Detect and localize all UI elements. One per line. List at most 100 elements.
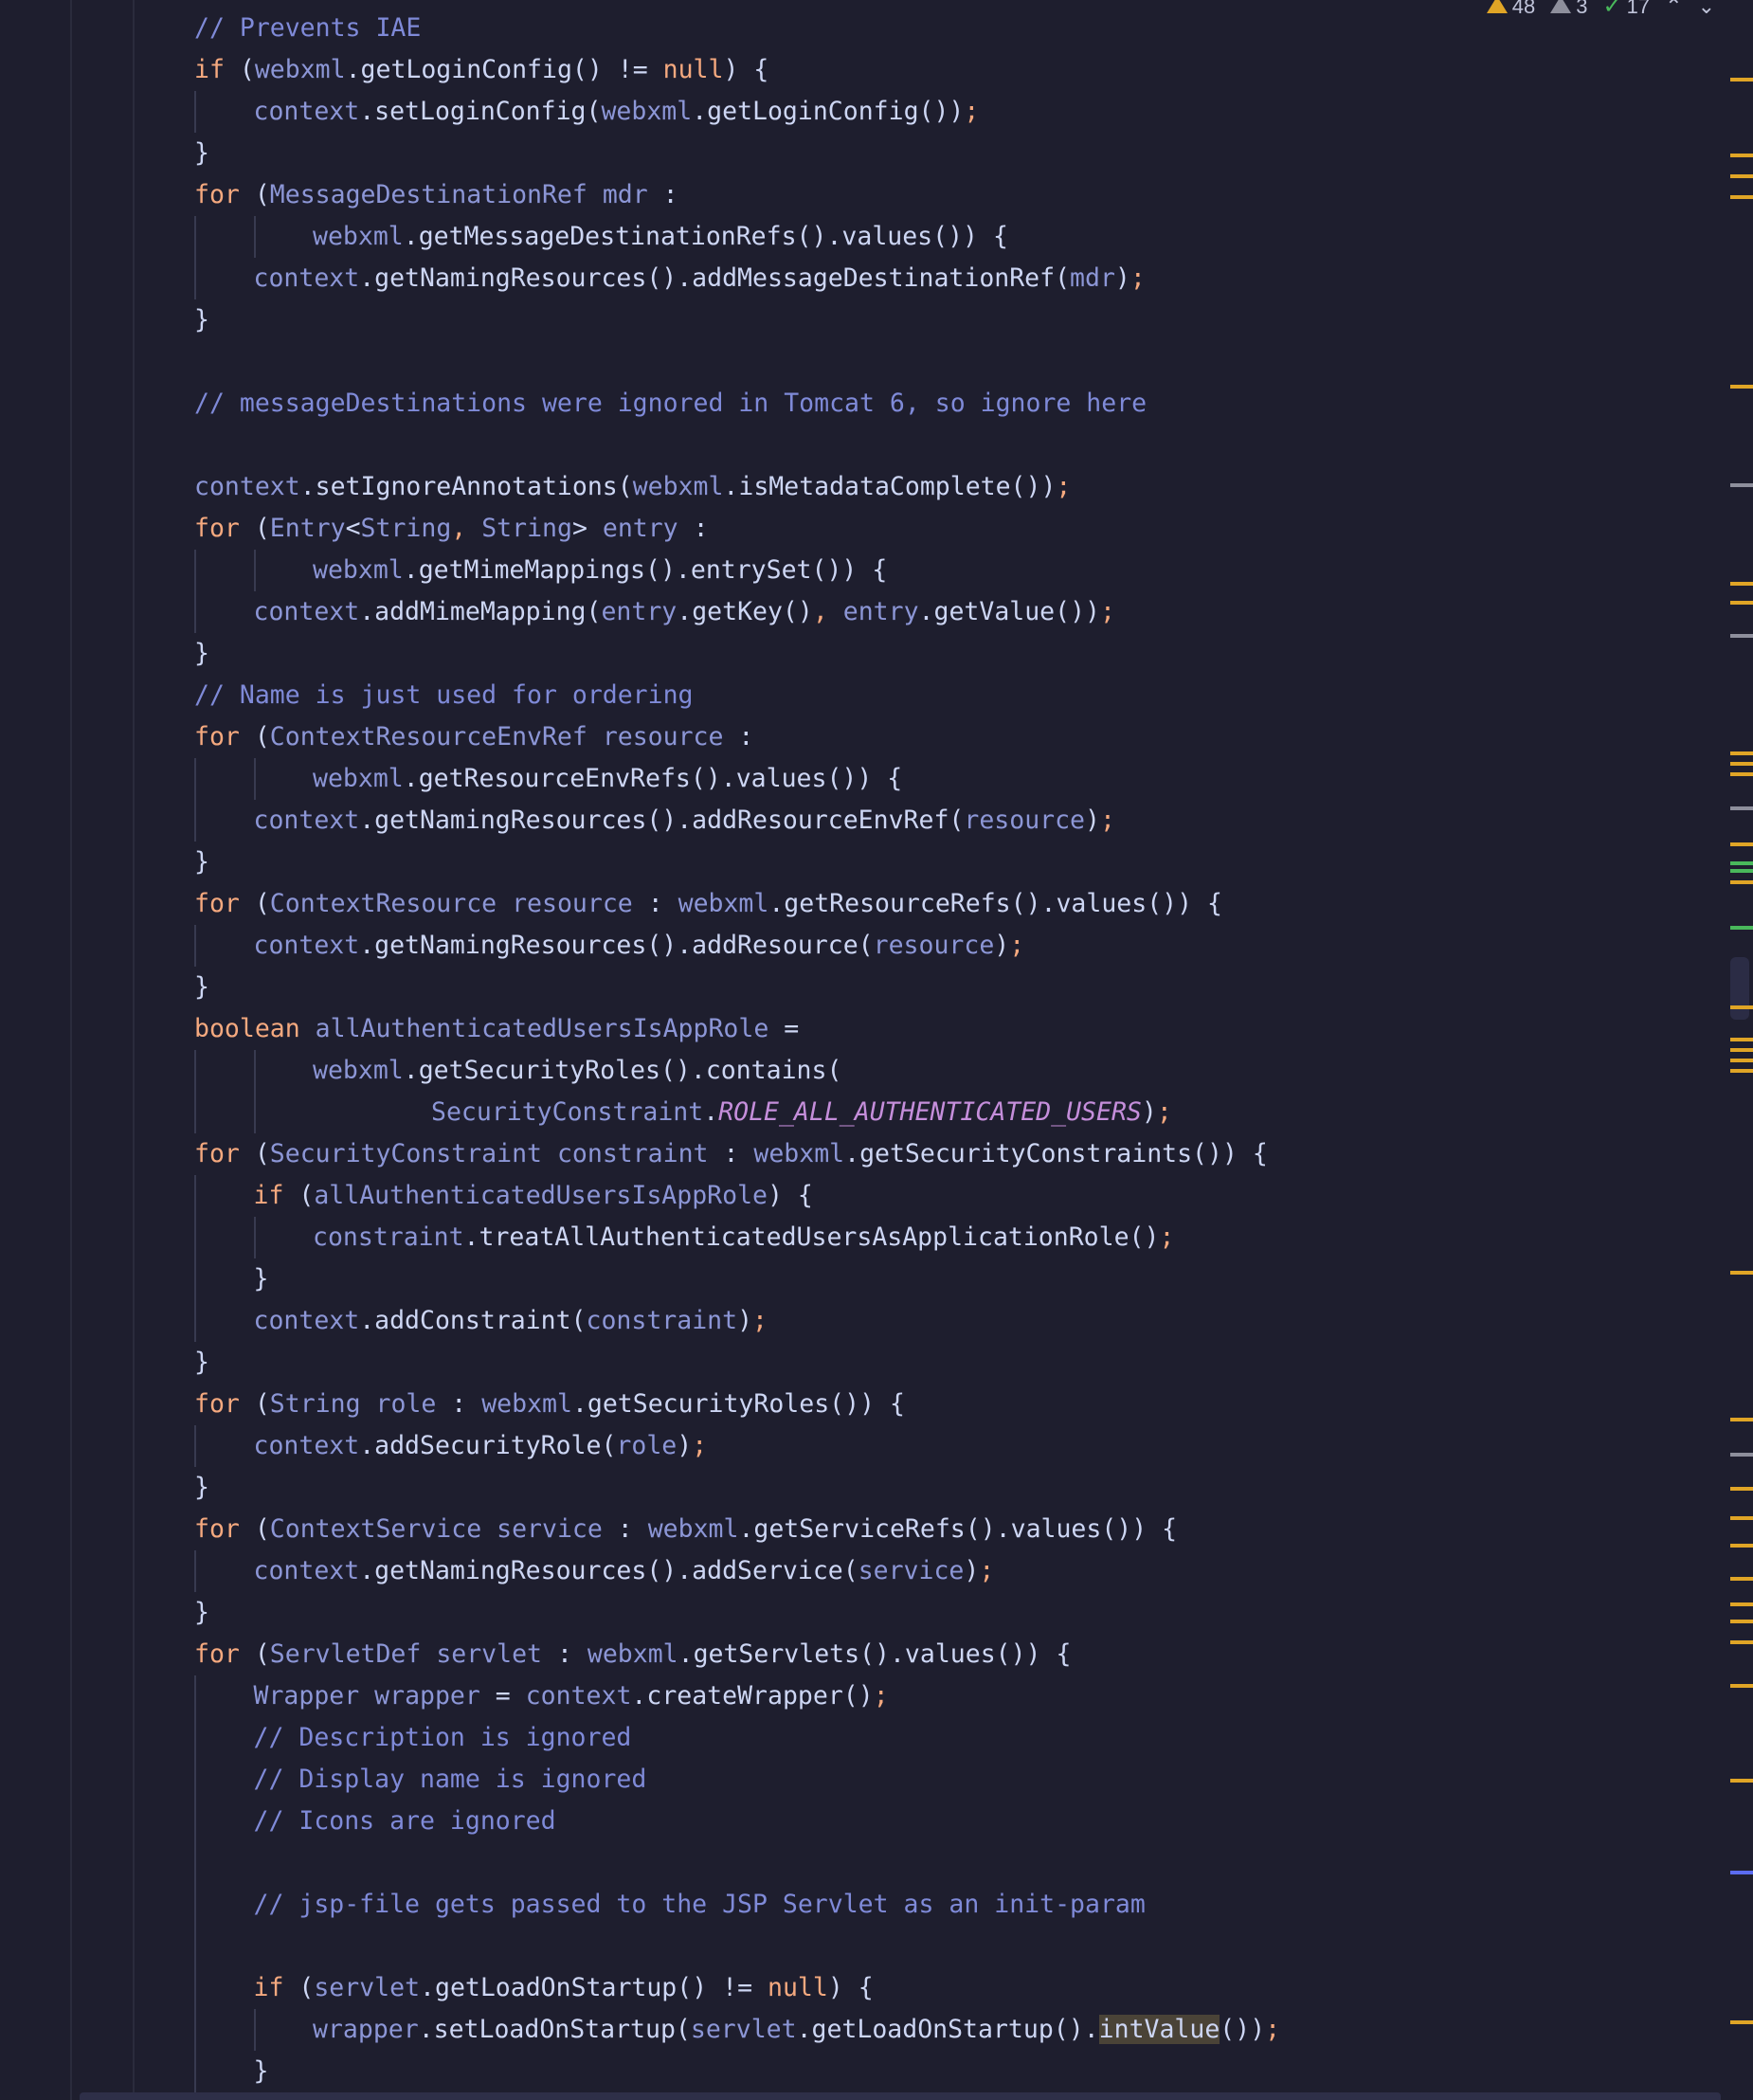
warning-marker[interactable]	[1730, 385, 1753, 389]
code-line[interactable]: context.addSecurityRole(role);	[254, 1425, 708, 1467]
code-line[interactable]: for (ServletDef servlet : webxml.getServ…	[194, 1634, 1071, 1675]
code-line[interactable]: }	[254, 2051, 269, 2092]
info-marker[interactable]	[1730, 1871, 1753, 1874]
code-line[interactable]: // Name is just used for ordering	[194, 675, 694, 716]
code-line[interactable]: boolean allAuthenticatedUsersIsAppRole =	[194, 1008, 799, 1050]
code-line[interactable]: context.getNamingResources().addResource…	[254, 800, 1115, 842]
warning-marker[interactable]	[1730, 582, 1753, 586]
warning-marker[interactable]	[1730, 1487, 1753, 1491]
code-token: .getServiceRefs().values()) {	[738, 1514, 1178, 1544]
code-line[interactable]: }	[194, 133, 209, 174]
code-line[interactable]: wrapper.setLoadOnStartup(servlet.getLoad…	[313, 2009, 1280, 2051]
code-token: (	[224, 55, 255, 84]
warning-marker[interactable]	[1730, 1620, 1753, 1623]
warning-marker[interactable]	[1730, 1684, 1753, 1688]
weak-marker[interactable]	[1730, 806, 1753, 810]
code-line[interactable]: }	[194, 299, 209, 341]
code-line[interactable]: }	[194, 633, 209, 675]
code-line[interactable]: }	[194, 967, 209, 1008]
inspection-status[interactable]: 48 3 ✓ 17 ⌃ ⌄	[1486, 0, 1715, 18]
code-line[interactable]: if (servlet.getLoadOnStartup() != null) …	[254, 1967, 874, 2009]
code-line[interactable]: // Display name is ignored	[254, 1759, 647, 1801]
code-line[interactable]: for (MessageDestinationRef mdr :	[194, 174, 678, 216]
code-line[interactable]: }	[194, 842, 209, 883]
warning-marker[interactable]	[1730, 1516, 1753, 1520]
code-line[interactable]: context.getNamingResources().addService(…	[254, 1550, 995, 1592]
code-line[interactable]: for (SecurityConstraint constraint : web…	[194, 1133, 1268, 1175]
warning-marker[interactable]	[1730, 154, 1753, 157]
warning-marker[interactable]	[1730, 1577, 1753, 1581]
code-line[interactable]: SecurityConstraint.ROLE_ALL_AUTHENTICATE…	[431, 1092, 1172, 1133]
code-line[interactable]: context.addMimeMapping(entry.getKey(), e…	[254, 591, 1115, 633]
ok-marker[interactable]	[1730, 926, 1753, 930]
code-token: context	[253, 263, 360, 293]
warning-marker[interactable]	[1730, 2020, 1753, 2024]
warnings-badge[interactable]: 48	[1486, 0, 1536, 13]
warnings-count: 48	[1511, 0, 1536, 13]
code-line[interactable]: context.addConstraint(constraint);	[254, 1300, 768, 1342]
code-line[interactable]: context.setLoginConfig(webxml.getLoginCo…	[254, 91, 980, 133]
code-line[interactable]: constraint.treatAllAuthenticatedUsersAsA…	[313, 1217, 1174, 1258]
code-line[interactable]: context.getNamingResources().addMessageD…	[254, 258, 1146, 299]
typos-badge[interactable]: ✓ 17	[1603, 0, 1651, 13]
weak-marker[interactable]	[1730, 1453, 1753, 1457]
code-line[interactable]: }	[194, 1342, 209, 1384]
warning-marker[interactable]	[1730, 1038, 1753, 1041]
code-line[interactable]: }	[194, 1592, 209, 1634]
warning-marker[interactable]	[1730, 1779, 1753, 1783]
warning-marker[interactable]	[1730, 1069, 1753, 1073]
code-line[interactable]: context.getNamingResources().addResource…	[254, 925, 1025, 967]
code-line[interactable]: webxml.getResourceEnvRefs().values()) {	[313, 758, 902, 800]
warning-marker[interactable]	[1730, 78, 1753, 81]
code-line[interactable]: // Description is ignored	[254, 1717, 632, 1759]
code-line[interactable]: Wrapper wrapper = context.createWrapper(…	[254, 1675, 889, 1717]
code-line[interactable]: webxml.getMessageDestinationRefs().value…	[313, 216, 1008, 258]
scrollbar-thumb[interactable]	[1730, 957, 1749, 1020]
code-token: .getNamingResources().addMessageDestinat…	[359, 263, 1071, 293]
warning-marker[interactable]	[1730, 1005, 1753, 1009]
warning-marker[interactable]	[1730, 762, 1753, 766]
code-line[interactable]: }	[254, 1258, 269, 1300]
code-line[interactable]: context.setIgnoreAnnotations(webxml.isMe…	[194, 466, 1071, 508]
warning-marker[interactable]	[1730, 772, 1753, 776]
code-token: ;	[1100, 597, 1115, 626]
code-token: ;	[1130, 263, 1146, 293]
warning-marker[interactable]	[1730, 751, 1753, 755]
code-token: (	[239, 180, 270, 209]
previous-highlight-icon[interactable]: ⌃	[1665, 0, 1682, 19]
code-line[interactable]: if (webxml.getLoginConfig() != null) {	[194, 49, 768, 91]
code-line[interactable]: webxml.getMimeMappings().entrySet()) {	[313, 550, 887, 591]
warning-marker[interactable]	[1730, 195, 1753, 199]
code-line[interactable]: if (allAuthenticatedUsersIsAppRole) {	[254, 1175, 813, 1217]
ok-marker[interactable]	[1730, 869, 1753, 873]
code-line[interactable]: for (String role : webxml.getSecurityRol…	[194, 1384, 905, 1425]
weak-marker[interactable]	[1730, 634, 1753, 638]
warning-marker[interactable]	[1730, 842, 1753, 846]
code-line[interactable]: // Prevents IAE	[194, 8, 421, 49]
warning-marker[interactable]	[1730, 174, 1753, 178]
weak-marker[interactable]	[1730, 483, 1753, 487]
warning-marker[interactable]	[1730, 1271, 1753, 1275]
warning-marker[interactable]	[1730, 1418, 1753, 1421]
code-line[interactable]: for (ContextService service : webxml.get…	[194, 1509, 1177, 1550]
error-stripe[interactable]	[1723, 0, 1753, 2100]
warning-marker[interactable]	[1730, 1544, 1753, 1548]
code-line[interactable]: // Icons are ignored	[254, 1801, 556, 1842]
code-line[interactable]: for (Entry<String, String> entry :	[194, 508, 709, 550]
code-line[interactable]: for (ContextResource resource : webxml.g…	[194, 883, 1222, 925]
code-line[interactable]: for (ContextResourceEnvRef resource :	[194, 716, 753, 758]
warning-marker[interactable]	[1730, 1602, 1753, 1606]
warning-marker[interactable]	[1730, 1048, 1753, 1052]
warning-marker[interactable]	[1730, 601, 1753, 605]
warning-marker[interactable]	[1730, 1640, 1753, 1644]
next-highlight-icon[interactable]: ⌄	[1698, 0, 1715, 19]
code-line[interactable]: }	[194, 1467, 209, 1509]
warning-marker[interactable]	[1730, 1059, 1753, 1062]
code-editor[interactable]: // Prevents IAE if (webxml.getLoginConfig…	[0, 0, 1753, 2100]
code-line[interactable]: // jsp-file gets passed to the JSP Servl…	[254, 1884, 1146, 1926]
code-line[interactable]: // messageDestinations were ignored in T…	[194, 383, 1147, 425]
warning-marker[interactable]	[1730, 880, 1753, 884]
code-line[interactable]: webxml.getSecurityRoles().contains(	[313, 1050, 841, 1092]
weak-warnings-badge[interactable]: 3	[1550, 0, 1588, 13]
ok-marker[interactable]	[1730, 861, 1753, 865]
